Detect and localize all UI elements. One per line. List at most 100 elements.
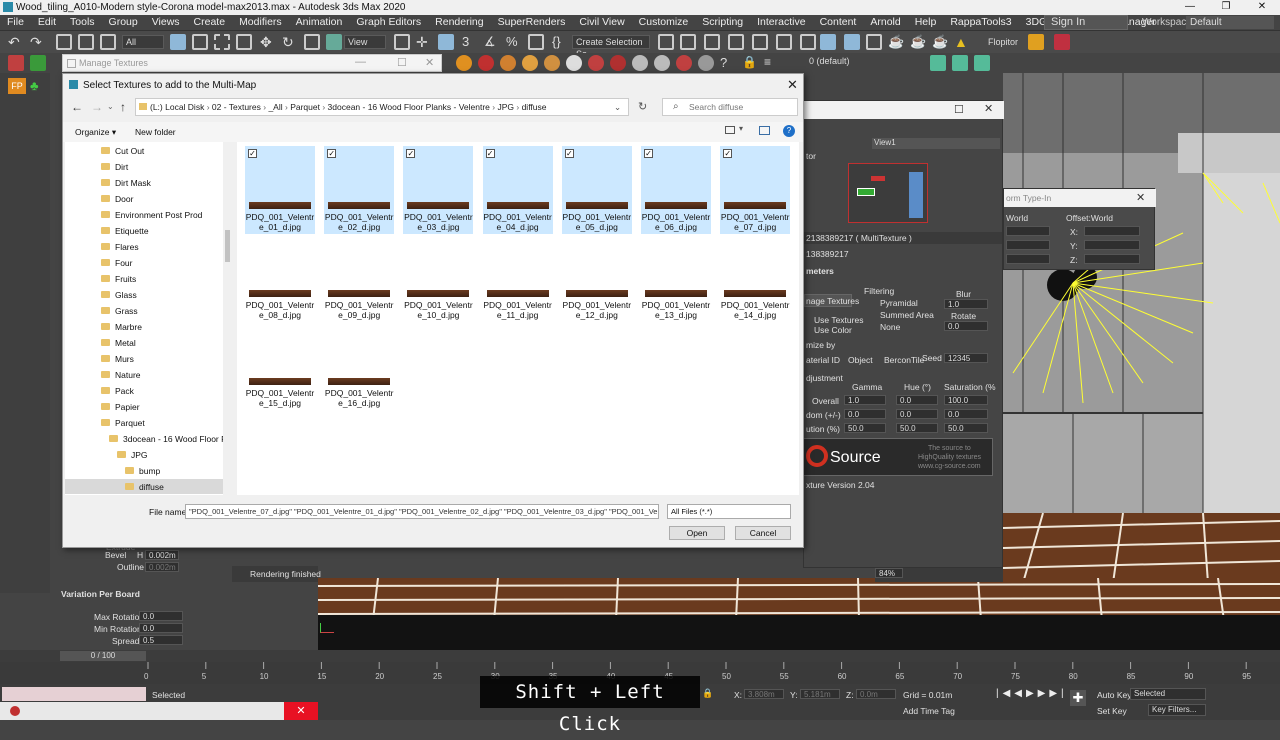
- object-radio[interactable]: Object: [848, 355, 873, 365]
- transform-close[interactable]: ✕: [1136, 191, 1145, 204]
- cg-source-logo[interactable]: Source The source to HighQuality texture…: [803, 438, 993, 476]
- material-id-radio[interactable]: aterial ID: [806, 355, 840, 365]
- selection-filter-dropdown[interactable]: All: [122, 35, 164, 49]
- menu-civil-view[interactable]: Civil View: [572, 15, 631, 30]
- file-type-select[interactable]: All Files (*.*): [667, 504, 791, 519]
- z-coord-field[interactable]: 0.0m: [856, 689, 896, 699]
- tree-item[interactable]: Fruits: [115, 274, 136, 284]
- dialog-close-button[interactable]: ✕: [787, 77, 798, 93]
- undo-icon[interactable]: ↶: [8, 34, 24, 50]
- tree-item[interactable]: Door: [115, 194, 133, 204]
- time-slider[interactable]: 0 / 100: [0, 650, 1280, 662]
- file-item[interactable]: ✓ PDQ_001_Velentre_04_d.jpg: [482, 146, 553, 234]
- manage-textures-minimize[interactable]: —: [355, 56, 366, 68]
- sun-icon[interactable]: [676, 55, 692, 71]
- mirror-icon[interactable]: [658, 34, 674, 50]
- tree-item[interactable]: Etiquette: [115, 226, 149, 236]
- file-item[interactable]: PDQ_001_Velentre_13_d.jpg: [641, 234, 711, 322]
- key-mode-icon[interactable]: ✚: [1070, 690, 1086, 706]
- select-manipulate-icon[interactable]: ✛: [416, 34, 432, 50]
- hue-variation-field[interactable]: 50.0: [896, 423, 938, 433]
- render-icon[interactable]: [478, 55, 494, 71]
- file-name-input[interactable]: "PDQ_001_Velentre_07_d.jpg" "PDQ_001_Vel…: [185, 504, 659, 519]
- cancel-button[interactable]: Cancel: [735, 526, 791, 540]
- rectangular-selection-icon[interactable]: [214, 34, 230, 50]
- curve-editor-icon[interactable]: [776, 34, 792, 50]
- align-icon[interactable]: [680, 34, 696, 50]
- menu-file[interactable]: File: [0, 15, 31, 30]
- adjustment-header[interactable]: djustment: [806, 373, 843, 383]
- offset-y-field[interactable]: [1084, 240, 1140, 250]
- saturation-random-field[interactable]: 0.0: [944, 409, 988, 419]
- file-item[interactable]: PDQ_001_Velentre_15_d.jpg: [245, 322, 315, 410]
- layers-icon[interactable]: ≡: [764, 55, 780, 71]
- tree-scrollbar[interactable]: [223, 142, 232, 495]
- floor-generator-icon[interactable]: [1028, 34, 1044, 50]
- menu-scripting[interactable]: Scripting: [695, 15, 750, 30]
- breadcrumb-separator[interactable]: ›: [514, 102, 522, 112]
- sign-in-button[interactable]: Sign In: [1044, 15, 1128, 30]
- breadcrumb-item[interactable]: 02 - Textures: [212, 102, 261, 112]
- tree-item[interactable]: bump: [139, 466, 160, 476]
- help-icon[interactable]: ?: [720, 55, 736, 71]
- offset-x-field[interactable]: [1084, 226, 1140, 236]
- link-icon[interactable]: [56, 34, 72, 50]
- breadcrumb-item[interactable]: _All: [268, 102, 282, 112]
- file-item[interactable]: PDQ_001_Velentre_16_d.jpg: [324, 322, 394, 410]
- material-editor-maximize[interactable]: ☐: [954, 103, 964, 116]
- tree-item[interactable]: Environment Post Prod: [115, 210, 202, 220]
- menu-views[interactable]: Views: [145, 15, 187, 30]
- bind-space-warp-icon[interactable]: [100, 34, 116, 50]
- use-textures-radio[interactable]: Use Textures: [814, 315, 863, 325]
- abs-x-field[interactable]: [1006, 226, 1050, 236]
- tree-item[interactable]: Metal: [115, 338, 136, 348]
- auto-key-button[interactable]: Auto Key: [1097, 690, 1132, 700]
- cone-icon[interactable]: [456, 55, 472, 71]
- menu-rappatools3[interactable]: RappaTools3: [943, 15, 1018, 30]
- edit-named-selection-icon[interactable]: {}: [552, 34, 568, 50]
- tree-item[interactable]: Papier: [115, 402, 140, 412]
- file-item[interactable]: PDQ_001_Velentre_12_d.jpg: [562, 234, 632, 322]
- spinner-snap-icon[interactable]: [528, 34, 544, 50]
- move-icon[interactable]: ✥: [260, 34, 276, 50]
- file-checkbox[interactable]: ✓: [485, 149, 495, 158]
- rotate-icon[interactable]: ↻: [282, 34, 298, 50]
- lock-icon[interactable]: 🔒: [742, 55, 758, 71]
- toggle-ribbon-icon[interactable]: [752, 34, 768, 50]
- tree-item[interactable]: Marbre: [115, 322, 142, 332]
- menu-modifiers[interactable]: Modifiers: [232, 15, 289, 30]
- organize-button[interactable]: Organize ▾: [75, 127, 116, 138]
- breadcrumb-item[interactable]: 3docean - 16 Wood Floor Planks - Velentr…: [328, 102, 490, 112]
- sky-icon[interactable]: [698, 55, 714, 71]
- select-by-name-icon[interactable]: [192, 34, 208, 50]
- preview-pane-icon[interactable]: [759, 126, 770, 135]
- tree-item[interactable]: 3docean - 16 Wood Floor Pla: [123, 434, 232, 444]
- bevel-checkbox[interactable]: Bevel: [105, 550, 126, 560]
- tree-item[interactable]: Parquet: [115, 418, 145, 428]
- file-item[interactable]: ✓ PDQ_001_Velentre_03_d.jpg: [403, 146, 474, 234]
- file-item[interactable]: ✓ PDQ_001_Velentre_06_d.jpg: [641, 146, 711, 234]
- scene-explorer-icon[interactable]: [704, 34, 720, 50]
- play-controls[interactable]: |◀◀▶▶▶|: [996, 688, 1068, 699]
- lock-selection-icon[interactable]: 🔒: [702, 688, 713, 699]
- file-item[interactable]: ✓ PDQ_001_Velentre_07_d.jpg: [720, 146, 791, 234]
- camera-icon[interactable]: [566, 55, 582, 71]
- menu-create[interactable]: Create: [187, 15, 233, 30]
- file-checkbox[interactable]: ✓: [644, 149, 653, 158]
- pivot-icon[interactable]: [394, 34, 410, 50]
- tree-item[interactable]: Murs: [115, 354, 134, 364]
- menu-tools[interactable]: Tools: [63, 15, 102, 30]
- hue-overall-field[interactable]: 0.0: [896, 395, 938, 405]
- named-selection-sets-dropdown[interactable]: Create Selection Se: [572, 35, 650, 59]
- min-rotation-field[interactable]: 0.0: [139, 623, 183, 633]
- file-item[interactable]: PDQ_001_Velentre_14_d.jpg: [720, 234, 790, 322]
- render-setup-icon[interactable]: [844, 34, 860, 50]
- breadcrumb-item[interactable]: Parquet: [290, 102, 320, 112]
- warning-icon[interactable]: ▲: [954, 34, 970, 50]
- scatter-icon[interactable]: [632, 55, 648, 71]
- keyboard-shortcut-icon[interactable]: [438, 34, 454, 50]
- manage-textures-button[interactable]: nage Textures: [804, 294, 859, 307]
- layer-dropdown[interactable]: 0 (default): [806, 55, 916, 69]
- select-in-layer-icon[interactable]: [974, 55, 990, 71]
- saturation-overall-field[interactable]: 100.0: [944, 395, 988, 405]
